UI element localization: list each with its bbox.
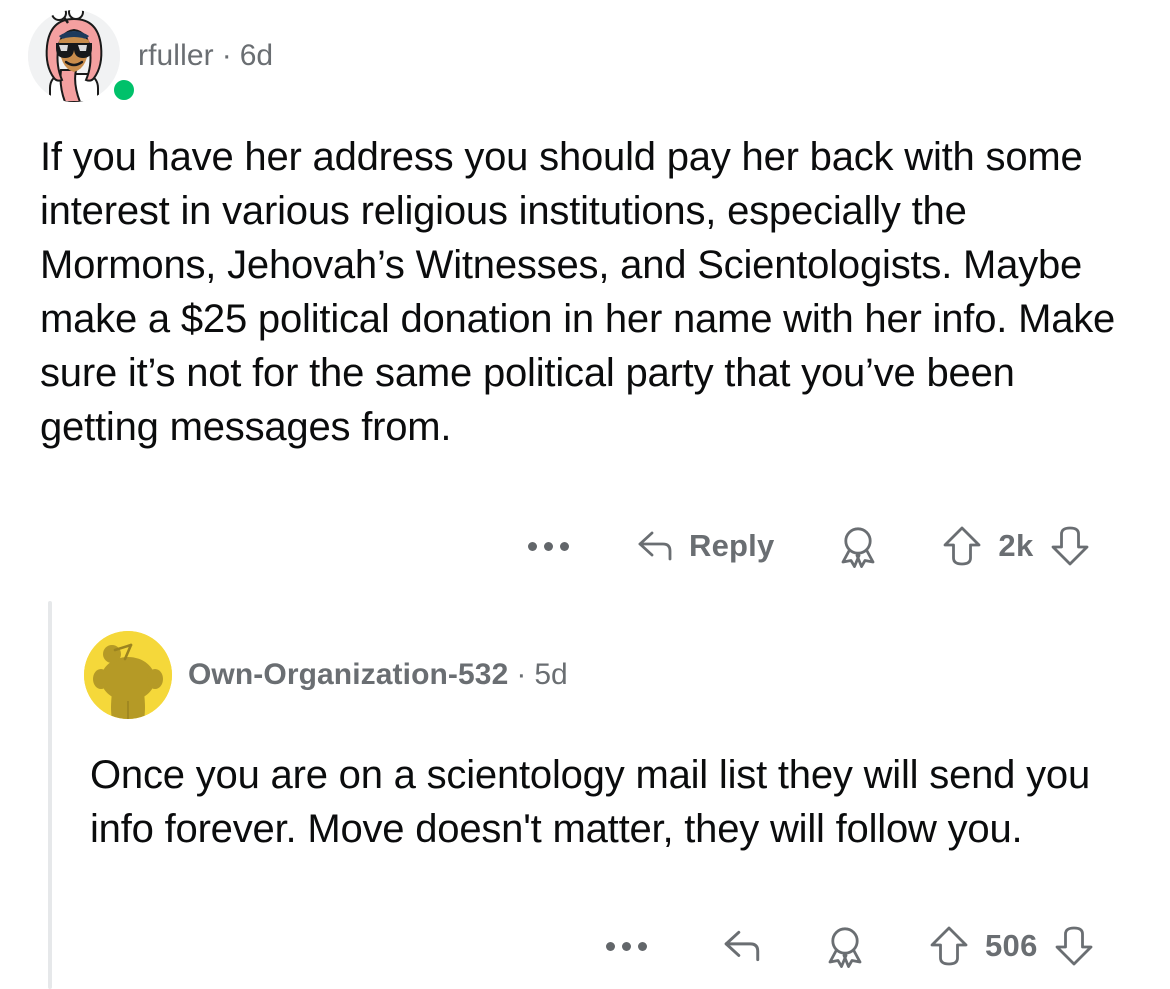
snoo-avatar-yellow-icon [84, 631, 172, 719]
meta-separator: · [516, 658, 527, 691]
upvote-button[interactable] [942, 519, 982, 573]
reply-button-label: Reply [689, 528, 775, 563]
comment-header-reply: Own-Organization-532 · 5d [80, 625, 568, 725]
award-ribbon-icon [828, 927, 862, 968]
snoo-avatar-hijab-sunglasses-icon [28, 10, 120, 102]
thread-collapse-line[interactable] [48, 601, 52, 989]
vote-group-parent: 2k [942, 519, 1089, 573]
comment-action-bar-reply: 506 [600, 916, 1094, 976]
vote-group-reply: 506 [929, 919, 1094, 973]
comment-action-bar-parent: Reply 2k [522, 516, 1090, 576]
award-button[interactable] [823, 919, 867, 973]
more-horizontal-icon [544, 541, 553, 551]
award-button[interactable] [836, 519, 880, 573]
vote-count: 506 [985, 928, 1038, 963]
downvote-button[interactable] [1054, 919, 1094, 973]
avatar[interactable] [80, 627, 176, 723]
avatar[interactable] [22, 4, 137, 108]
comment-body-text: Once you are on a scientology mail list … [90, 753, 1091, 851]
reply-button[interactable] [723, 919, 763, 973]
comment-author-username[interactable]: Own-Organization-532 [188, 658, 508, 692]
upvote-arrow-icon [944, 526, 981, 566]
more-horizontal-icon [606, 941, 615, 951]
comment-thread: rfuller · 6d If you have her address you… [0, 0, 1170, 989]
reply-arrow-icon [638, 531, 672, 561]
overflow-menu-button[interactable] [522, 519, 575, 573]
upvote-button[interactable] [929, 919, 969, 973]
downvote-button[interactable] [1050, 519, 1090, 573]
avatar-image [28, 10, 120, 102]
reply-arrow-icon [724, 930, 760, 962]
comment-body-text: If you have her address you should pay h… [40, 135, 1116, 449]
vote-count: 2k [998, 528, 1034, 563]
more-horizontal-icon [622, 941, 631, 951]
more-horizontal-icon [528, 541, 537, 551]
more-horizontal-icon [638, 941, 647, 951]
upvote-arrow-icon [930, 926, 968, 966]
award-ribbon-icon [842, 527, 875, 568]
meta-separator: · [221, 39, 232, 72]
comment-timestamp: 5d [534, 658, 568, 691]
reply-button[interactable]: Reply [637, 519, 774, 573]
comment-author-username[interactable]: rfuller [138, 39, 214, 73]
more-horizontal-icon [560, 541, 569, 551]
comment-header-parent: rfuller · 6d [22, 4, 273, 108]
comment-timestamp: 6d [239, 39, 274, 72]
avatar-image [84, 631, 172, 719]
downvote-arrow-icon [1055, 926, 1093, 966]
downvote-arrow-icon [1051, 526, 1088, 566]
overflow-menu-button[interactable] [600, 919, 653, 973]
online-status-dot [111, 77, 137, 103]
